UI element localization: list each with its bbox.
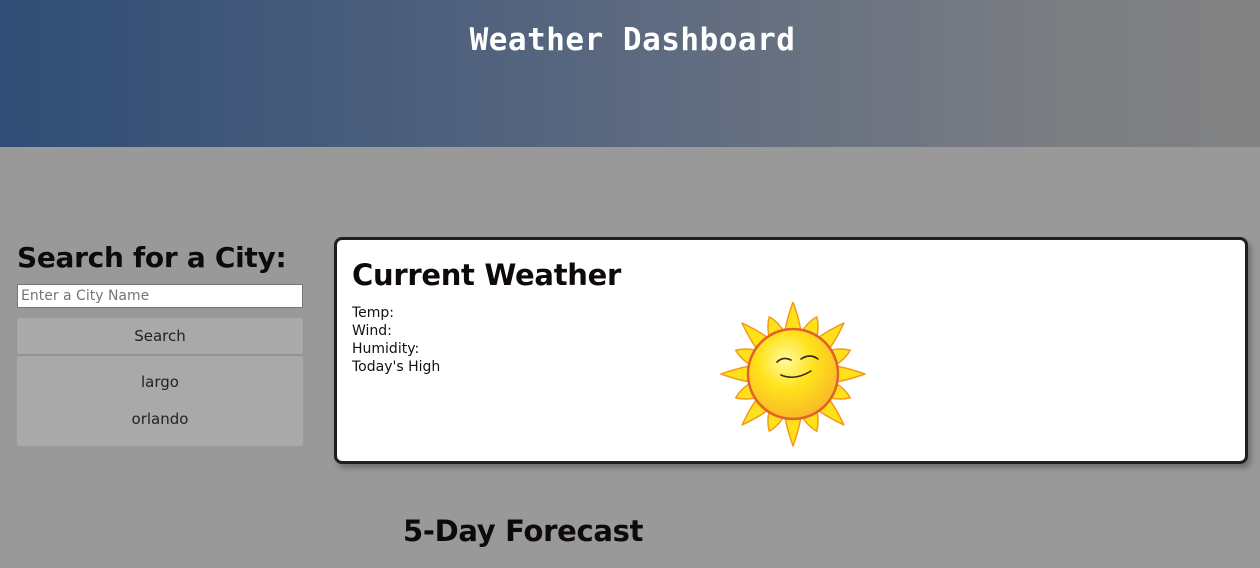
wind-label: Wind:	[352, 323, 392, 339]
search-button[interactable]: Search	[17, 318, 303, 354]
current-weather-title: Current Weather	[352, 258, 621, 292]
history-item-largo[interactable]: largo	[17, 364, 303, 401]
smiling-sun-icon	[715, 301, 871, 452]
temp-label: Temp:	[352, 305, 395, 321]
page-title: Weather Dashboard	[469, 22, 796, 58]
search-sidebar: Search for a City: Search largo orlando	[17, 240, 303, 446]
history-item-orlando[interactable]: orlando	[17, 401, 303, 438]
city-search-input[interactable]	[17, 284, 303, 308]
current-weather-stats: Temp: Wind: Humidity: Today's High	[352, 304, 440, 376]
forecast-title: 5-Day Forecast	[403, 514, 644, 548]
search-history-list: largo orlando	[17, 356, 303, 446]
todays-high-label: Today's High	[352, 359, 441, 375]
current-weather-card: Current Weather Temp: Wind: Humidity: To…	[334, 237, 1248, 464]
page-header: Weather Dashboard	[0, 0, 1260, 147]
humidity-label: Humidity:	[352, 341, 420, 357]
search-heading: Search for a City:	[17, 241, 287, 274]
